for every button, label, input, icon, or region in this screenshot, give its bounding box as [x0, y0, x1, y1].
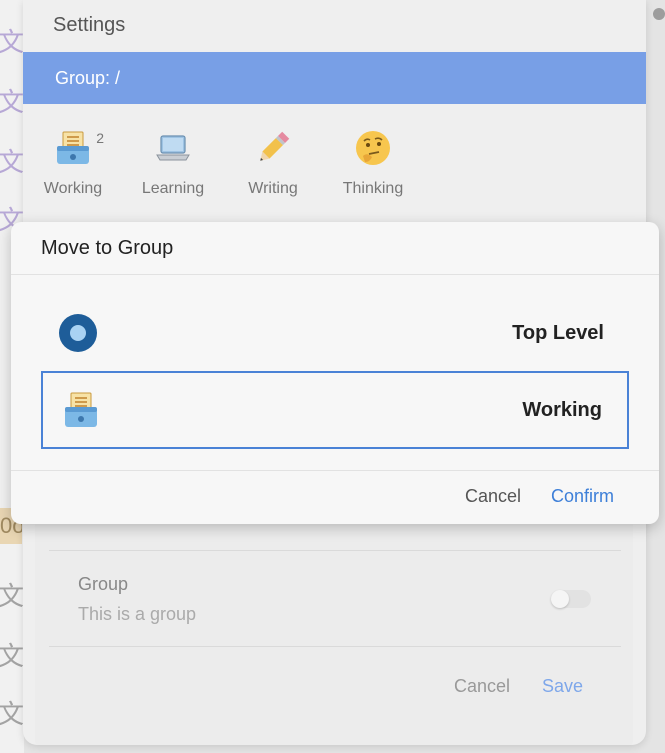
card-index-box-icon: 2	[28, 120, 118, 176]
toggle-knob	[551, 590, 569, 608]
background-glyph: 文	[0, 28, 25, 58]
pencil-icon	[228, 120, 318, 176]
option-label: Top Level	[512, 322, 604, 344]
settings-title: Settings	[53, 14, 126, 36]
laptop-icon	[128, 120, 218, 176]
thinking-face-icon	[328, 120, 418, 176]
option-top-level[interactable]: Top Level	[41, 294, 629, 372]
background-glyph: 文	[0, 582, 25, 612]
confirm-button[interactable]: Confirm	[551, 486, 614, 507]
background-glyph: 文	[0, 642, 25, 672]
background-glyph: 文	[0, 148, 25, 178]
divider	[11, 274, 659, 275]
radio-selected-icon	[59, 314, 97, 352]
group-item-label: Working	[43, 180, 103, 197]
group-item-thinking[interactable]: Thinking	[328, 120, 418, 198]
group-path-bar[interactable]: Group: /	[23, 52, 646, 104]
divider	[49, 550, 621, 551]
cancel-button[interactable]: Cancel	[454, 676, 510, 697]
group-item-label: Thinking	[342, 180, 404, 197]
background-glyph: 文	[0, 700, 25, 730]
group-item-label: Learning	[141, 180, 205, 197]
group-list: 2 Working Learning Writing Thinking	[23, 120, 646, 210]
divider	[11, 470, 659, 471]
group-row-title: Group	[78, 574, 129, 594]
option-label: Working	[522, 399, 602, 421]
group-item-writing[interactable]: Writing	[228, 120, 318, 198]
card-index-box-icon	[61, 391, 101, 436]
group-item-learning[interactable]: Learning	[128, 120, 218, 198]
background-glyph: 文	[0, 88, 25, 118]
group-count-badge: 2	[96, 130, 104, 146]
group-item-working[interactable]: 2 Working	[28, 120, 118, 198]
move-to-group-dialog: Move to Group Top Level Working Cancel C…	[11, 222, 659, 524]
option-working[interactable]: Working	[41, 371, 629, 449]
cancel-button[interactable]: Cancel	[465, 486, 521, 507]
divider	[49, 646, 621, 647]
window-control-dot[interactable]	[653, 8, 665, 20]
save-button[interactable]: Save	[542, 676, 583, 697]
group-row-subtitle: This is a group	[78, 604, 197, 624]
dialog-title: Move to Group	[41, 237, 174, 259]
group-item-label: Writing	[248, 180, 298, 197]
group-toggle[interactable]	[551, 590, 591, 608]
